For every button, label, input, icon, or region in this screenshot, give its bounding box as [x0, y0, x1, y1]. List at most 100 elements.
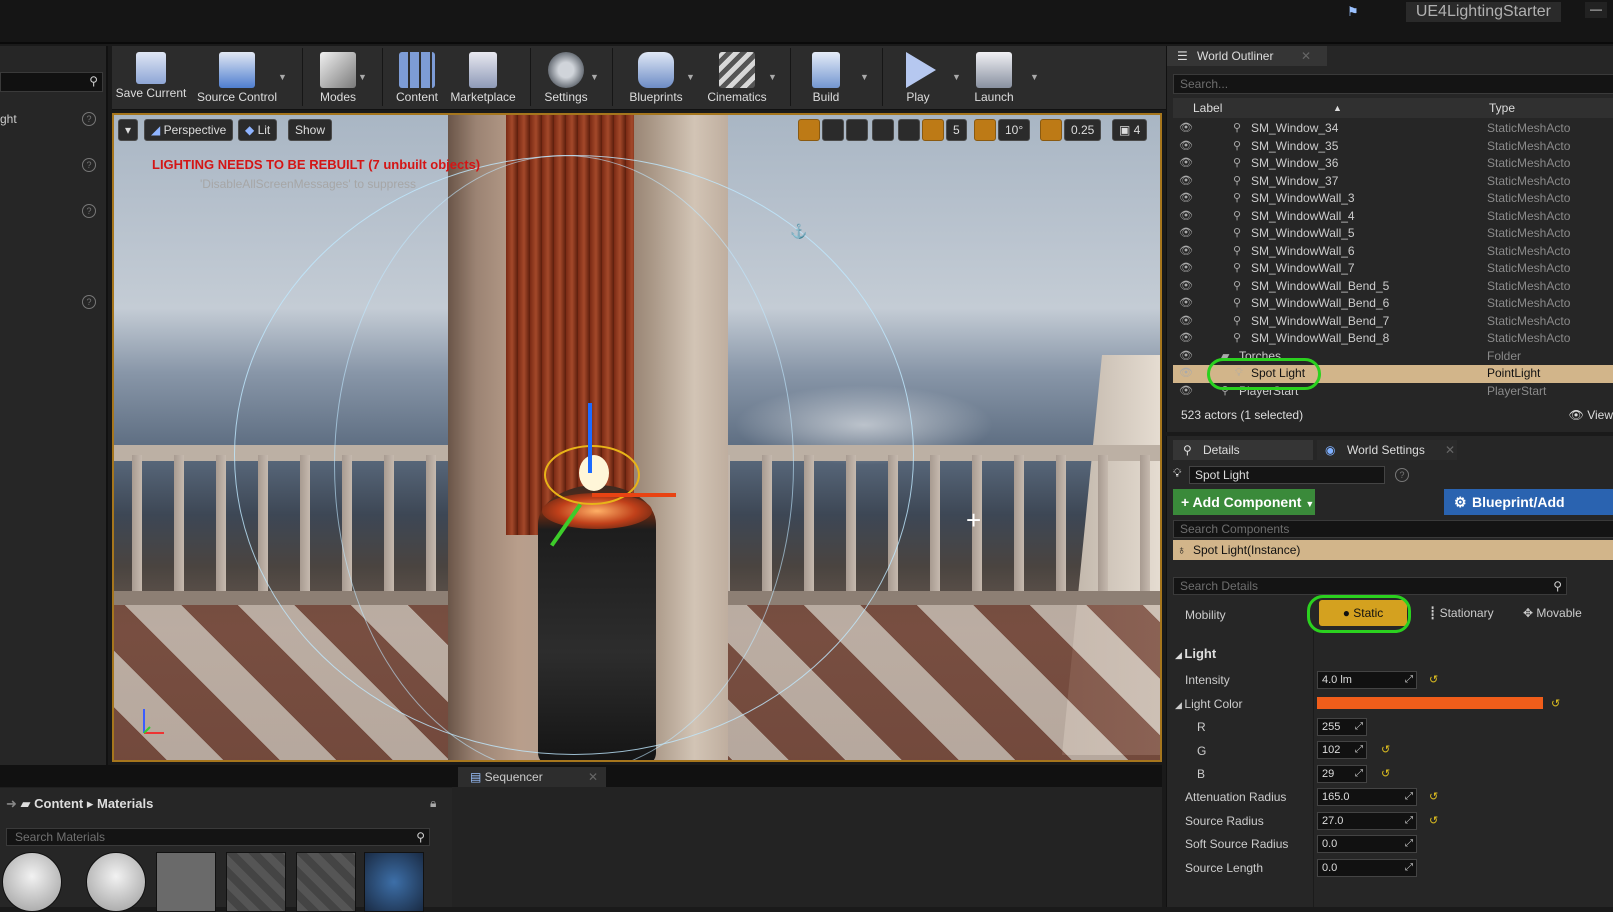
blueprints-button[interactable]: Blueprints [618, 46, 694, 110]
reset-to-default-icon[interactable]: ↺ [1381, 767, 1390, 780]
show-button[interactable]: Show [288, 119, 333, 141]
camera-speed-button[interactable]: ▣ 4 [1112, 119, 1148, 141]
reset-to-default-icon[interactable]: ↺ [1429, 814, 1438, 827]
grid-snap-value[interactable]: 5 [946, 119, 967, 141]
help-icon[interactable]: ? [1395, 468, 1409, 482]
modes-search-input[interactable]: ⚲ [0, 72, 103, 92]
outliner-row[interactable]: 👁︎ ⚲ SM_WindowWall_4 StaticMeshActo [1173, 208, 1613, 226]
column-label[interactable]: Label [1193, 98, 1222, 118]
outliner-row[interactable]: 👁︎ ⚲ SM_Window_36 StaticMeshActo [1173, 155, 1613, 173]
chevron-down-icon[interactable]: ▼ [768, 72, 777, 82]
rotate-mode-icon[interactable] [822, 119, 844, 141]
chevron-down-icon[interactable]: ▼ [590, 72, 599, 82]
intensity-field[interactable]: 4.0 lm ⤢ [1317, 671, 1417, 689]
material-thumbnail[interactable] [364, 852, 424, 912]
visibility-eye-icon[interactable]: 👁︎ [1179, 155, 1193, 172]
chevron-down-icon[interactable]: ▼ [686, 72, 695, 82]
material-thumbnail[interactable] [86, 852, 146, 912]
material-thumbnail[interactable] [2, 852, 62, 912]
component-row-root[interactable]: ♁ Spot Light(Instance) [1173, 540, 1613, 560]
launch-button[interactable]: Launch [964, 46, 1024, 110]
visibility-eye-icon[interactable]: 👁︎ [1179, 260, 1193, 277]
light-bulb-icon[interactable] [579, 455, 609, 491]
forward-arrow-icon[interactable]: ➜ [6, 796, 21, 811]
reset-to-default-icon[interactable]: ↺ [1429, 790, 1438, 803]
outliner-row[interactable]: 👁︎ ⚲ SM_Window_34 StaticMeshActo [1173, 120, 1613, 138]
translate-z-axis[interactable] [588, 403, 592, 473]
help-icon[interactable]: ? [82, 112, 96, 126]
light-color-swatch[interactable] [1317, 697, 1543, 709]
visibility-eye-icon[interactable]: 👁︎ [1179, 120, 1193, 137]
outliner-row[interactable]: 👁︎ ⚲ SM_WindowWall_Bend_6 StaticMeshActo [1173, 295, 1613, 313]
angle-snap-icon[interactable] [974, 119, 996, 141]
visibility-eye-icon[interactable]: 👁︎ [1179, 243, 1193, 260]
outliner-row[interactable]: 👁︎ ⚲ SM_WindowWall_Bend_5 StaticMeshActo [1173, 278, 1613, 296]
visibility-eye-icon[interactable]: 👁︎ [1179, 348, 1193, 365]
level-viewport[interactable]: ⚓ + ▾ ◢ Perspective ◆ Lit Show 5 10° 0.2… [112, 113, 1162, 762]
minimize-button[interactable]: — [1585, 2, 1607, 18]
material-thumbnail[interactable] [226, 852, 286, 912]
reset-to-default-icon[interactable]: ↺ [1381, 743, 1390, 756]
tab-sequencer[interactable]: ▤ Sequencer ✕ [458, 767, 606, 787]
build-button[interactable]: Build [796, 46, 856, 110]
color-g-field[interactable]: 102 ⤢ [1317, 741, 1367, 759]
scale-mode-icon[interactable] [846, 119, 868, 141]
source-length-field[interactable]: 0.0 ⤢ [1317, 859, 1417, 877]
column-type[interactable]: Type [1489, 98, 1515, 118]
close-icon[interactable]: ✕ [1301, 46, 1311, 66]
material-thumbnail[interactable] [156, 852, 216, 912]
search-details-input[interactable]: Search Details ⚲ [1173, 577, 1567, 595]
outliner-search-input[interactable]: Search... [1173, 74, 1613, 94]
tab-world-settings[interactable]: ◉ World Settings ✕ [1317, 440, 1457, 460]
grid-snap-icon[interactable] [922, 119, 944, 141]
perspective-button[interactable]: ◢ Perspective [144, 119, 234, 141]
marketplace-button[interactable]: Marketplace [446, 46, 520, 110]
cinematics-button[interactable]: Cinematics [704, 46, 770, 110]
visibility-eye-icon[interactable]: 👁︎ [1179, 383, 1193, 400]
outliner-row[interactable]: 👁︎ ⚲ SM_WindowWall_7 StaticMeshActo [1173, 260, 1613, 278]
visibility-eye-icon[interactable]: 👁︎ [1179, 208, 1193, 225]
blueprint-add-script-button[interactable]: ⚙ Blueprint/Add [1444, 489, 1613, 515]
source-control-button[interactable]: Source Control [194, 46, 280, 110]
lit-button[interactable]: ◆ Lit [238, 119, 278, 141]
visibility-eye-icon[interactable]: 👁︎ [1179, 295, 1193, 312]
color-b-field[interactable]: 29 ⤢ [1317, 765, 1367, 783]
settings-button[interactable]: Settings [536, 46, 596, 110]
visibility-eye-icon[interactable]: 👁︎ [1179, 173, 1193, 190]
help-icon[interactable]: ? [82, 204, 96, 218]
play-button[interactable]: Play [888, 46, 948, 110]
chevron-down-icon[interactable]: ▼ [1030, 72, 1039, 82]
visibility-eye-icon[interactable]: 👁︎ [1179, 365, 1193, 382]
outliner-row[interactable]: 👁︎ ⚲ SM_WindowWall_Bend_7 StaticMeshActo [1173, 313, 1613, 331]
column-divider[interactable] [1313, 631, 1314, 907]
outliner-row[interactable]: 👁︎ ⚲ SM_WindowWall_6 StaticMeshActo [1173, 243, 1613, 261]
lock-icon[interactable]: 🔒︎ [430, 796, 436, 811]
visibility-eye-icon[interactable]: 👁︎ [1179, 313, 1193, 330]
visibility-eye-icon[interactable]: 👁︎ [1179, 225, 1193, 242]
outliner-row[interactable]: 👁︎ ⚲ SM_WindowWall_Bend_8 StaticMeshActo [1173, 330, 1613, 348]
breadcrumb-content[interactable]: Content [34, 796, 83, 811]
help-icon[interactable]: ? [82, 158, 96, 172]
source-radius-field[interactable]: 27.0 ⤢ [1317, 812, 1417, 830]
mobility-movable-button[interactable]: ✥ Movable [1497, 600, 1613, 626]
visibility-eye-icon[interactable]: 👁︎ [1179, 190, 1193, 207]
close-icon[interactable]: ✕ [1445, 440, 1455, 460]
outliner-row[interactable]: 👁︎ ⚲ SM_WindowWall_3 StaticMeshActo [1173, 190, 1613, 208]
save-current-button[interactable]: Save Current [114, 46, 188, 110]
soft-source-radius-field[interactable]: 0.0 ⤢ [1317, 835, 1417, 853]
material-thumbnail[interactable] [296, 852, 356, 912]
content-button[interactable]: Content [388, 46, 446, 110]
outliner-row[interactable]: 👁︎ ⚲ SM_WindowWall_5 StaticMeshActo [1173, 225, 1613, 243]
translate-x-axis[interactable] [592, 493, 676, 497]
translate-mode-icon[interactable] [798, 119, 820, 141]
reset-to-default-icon[interactable]: ↺ [1551, 697, 1560, 710]
world-space-icon[interactable] [872, 119, 894, 141]
surface-snap-icon[interactable] [898, 119, 920, 141]
tab-world-outliner[interactable]: ☰ World Outliner ✕ [1167, 46, 1327, 66]
angle-snap-value[interactable]: 10° [998, 119, 1031, 141]
help-icon[interactable]: ? [82, 295, 96, 309]
breadcrumb-materials[interactable]: Materials [97, 796, 153, 811]
section-light-header[interactable]: ◢ Light [1175, 646, 1216, 661]
actor-name-field[interactable]: Spot Light [1189, 466, 1385, 484]
outliner-row[interactable]: 👁︎ ⚲ SM_Window_37 StaticMeshActo [1173, 173, 1613, 191]
